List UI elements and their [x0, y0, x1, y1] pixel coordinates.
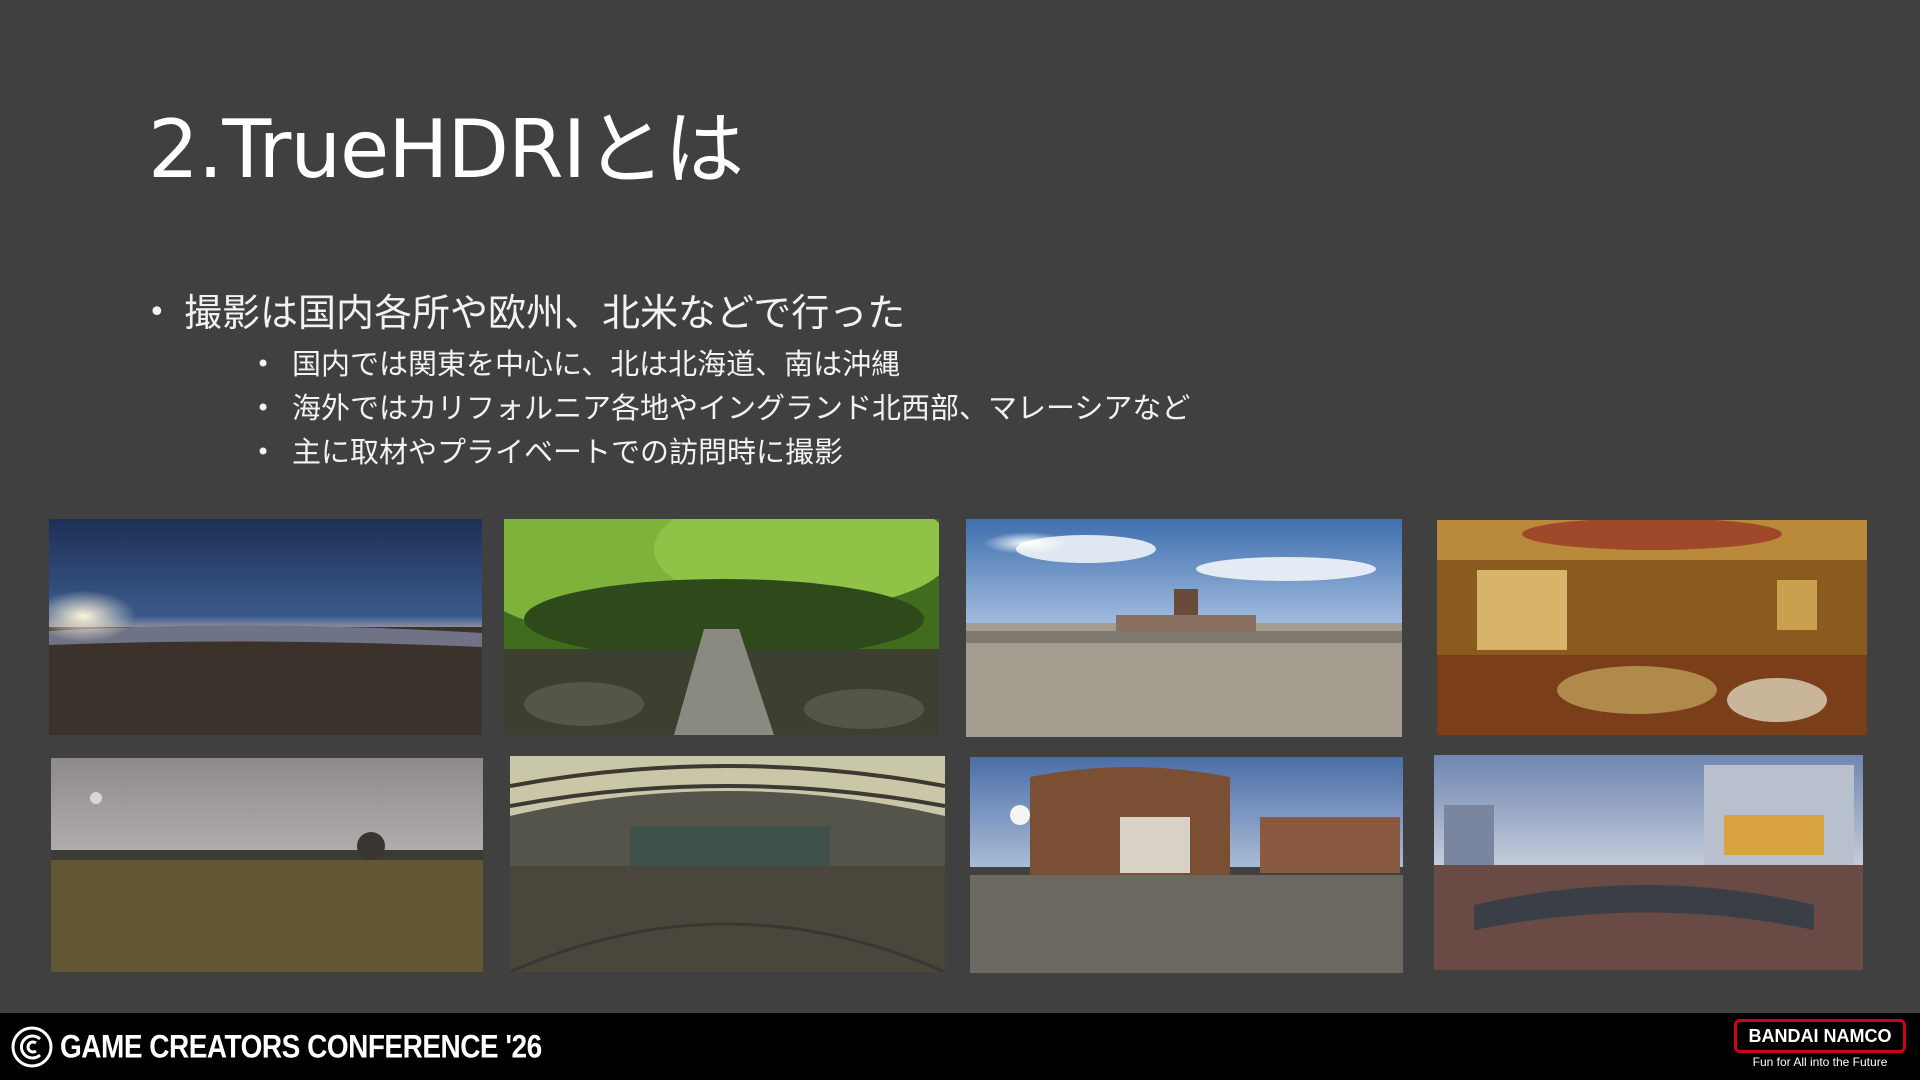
company-name: BANDAI NAMCO [1748, 1025, 1892, 1046]
sub-bullet-item: 国内では関東を中心に、北は北海道、南は沖縄 [184, 342, 1190, 386]
sub-bullet-item: 海外ではカリフォルニア各地やイングランド北西部、マレーシアなど [184, 386, 1190, 430]
sub-bullet-text: 海外ではカリフォルニア各地やイングランド北西部、マレーシアなど [292, 391, 1191, 425]
bullet-main: 撮影は国内各所や欧州、北米などで行った 国内では関東を中心に、北は北海道、南は沖… [148, 284, 1190, 474]
hdri-photo-ornate-living-room [1437, 520, 1867, 735]
hdri-photo-glass-atrium [510, 756, 945, 972]
slide-title: 2.TrueHDRIとは [148, 103, 744, 196]
hdri-photo-city-intersection [1434, 755, 1863, 970]
bandai-namco-logo: BANDAI NAMCO Fun for All into the Future [1734, 1019, 1910, 1075]
hdri-photo-sunset-riverbank [49, 519, 482, 735]
bandai-namco-badge: BANDAI NAMCO [1734, 1019, 1906, 1053]
bullet-main-text: 撮影は国内各所や欧州、北米などで行った [184, 291, 906, 335]
slide: 2.TrueHDRIとは 撮影は国内各所や欧州、北米などで行った 国内では関東を… [0, 0, 1920, 1013]
hdri-photo-brick-street [970, 757, 1403, 973]
sub-bullet-text: 主に取材やプライベートでの訪問時に撮影 [292, 435, 844, 469]
company-tagline: Fun for All into the Future [1752, 1055, 1888, 1069]
sub-bullet-list: 国内では関東を中心に、北は北海道、南は沖縄 海外ではカリフォルニア各地やイングラ… [184, 342, 1190, 474]
conference-name: GAME CREATORS CONFERENCE '26 [60, 1028, 542, 1065]
conference-emblem-icon [11, 1026, 53, 1068]
footer-bar: GAME CREATORS CONFERENCE '26 BANDAI NAMC… [0, 1013, 1920, 1080]
sub-bullet-item: 主に取材やプライベートでの訪問時に撮影 [184, 430, 1190, 474]
hdri-photo-plaza-tower [966, 519, 1402, 737]
hdri-photo-forest-path [504, 519, 939, 735]
hdri-photo-overcast-field [51, 758, 483, 972]
conference-logo: GAME CREATORS CONFERENCE '26 [10, 1025, 542, 1069]
bullet-list: 撮影は国内各所や欧州、北米などで行った 国内では関東を中心に、北は北海道、南は沖… [148, 284, 1190, 474]
sub-bullet-text: 国内では関東を中心に、北は北海道、南は沖縄 [292, 347, 901, 381]
